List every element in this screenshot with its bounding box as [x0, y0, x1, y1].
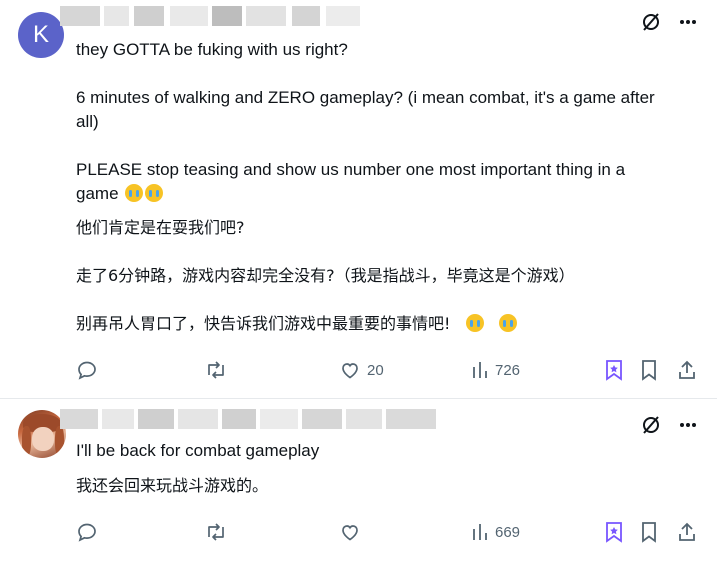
grok-bookmark-icon: [604, 359, 624, 381]
post-text-line: they GOTTA be fuking with us right?: [76, 40, 348, 59]
redacted-username: [60, 409, 440, 429]
avatar[interactable]: K: [18, 12, 64, 58]
crying-face-emoji: [145, 184, 164, 202]
like-count: 20: [367, 361, 384, 379]
bookmark-icon: [640, 521, 658, 543]
reply-button[interactable]: [76, 521, 104, 543]
reply-icon: [76, 521, 98, 543]
share-button[interactable]: [677, 521, 697, 543]
post-text-line: PLEASE stop teasing and show us number o…: [76, 160, 626, 179]
grok-bookmark-button[interactable]: [604, 521, 624, 543]
post-text-line: all): [76, 112, 99, 131]
more-icon[interactable]: [679, 415, 697, 435]
views-button[interactable]: 726: [471, 359, 520, 381]
repost-icon: [204, 359, 228, 381]
action-bar: 20 726: [76, 359, 706, 385]
post-text: 别再吊人胃口了，快告诉我们游戏中最重要的事情吧!: [76, 314, 451, 333]
views-count: 669: [495, 523, 521, 541]
like-button[interactable]: [339, 521, 367, 543]
post-1[interactable]: K they GOTTA be fuking with us right? 6 …: [0, 0, 717, 398]
bookmark-button[interactable]: [640, 359, 658, 381]
share-icon: [677, 359, 697, 381]
grok-bookmark-icon: [604, 521, 624, 543]
post-text: game: [76, 184, 119, 203]
views-button[interactable]: 669: [471, 521, 520, 543]
views-count: 726: [495, 361, 521, 379]
more-icon[interactable]: [679, 12, 697, 32]
post-text-line-with-emoji: game: [76, 182, 164, 206]
repost-button[interactable]: [204, 359, 234, 381]
crying-face-emoji: [465, 314, 484, 332]
like-icon: [339, 359, 361, 381]
post-text-line: 走了6分钟路，游戏内容却完全没有?（我是指战斗，毕竟这是个游戏）: [76, 266, 575, 285]
crying-face-emoji: [498, 314, 517, 332]
grok-bookmark-button[interactable]: [604, 359, 624, 381]
repost-button[interactable]: [204, 521, 234, 543]
post-text-line: 我还会回来玩战斗游戏的。: [76, 476, 269, 495]
share-icon: [677, 521, 697, 543]
views-icon: [471, 521, 489, 543]
grok-icon[interactable]: [641, 415, 661, 435]
avatar[interactable]: [18, 410, 66, 458]
post-text-line-with-emoji: 别再吊人胃口了，快告诉我们游戏中最重要的事情吧!: [76, 312, 517, 336]
post-2[interactable]: I'll be back for combat gameplay 我还会回来玩战…: [0, 399, 717, 570]
post-text-line: I'll be back for combat gameplay: [76, 441, 320, 460]
like-button[interactable]: 20: [339, 359, 384, 381]
views-icon: [471, 359, 489, 381]
repost-icon: [204, 521, 228, 543]
reply-button[interactable]: [76, 359, 104, 381]
post-text-line: 他们肯定是在耍我们吧?: [76, 218, 245, 237]
like-icon: [339, 521, 361, 543]
redacted-username: [60, 6, 360, 26]
crying-face-emoji: [125, 184, 144, 202]
reply-icon: [76, 359, 98, 381]
action-bar: 669: [76, 521, 706, 547]
bookmark-button[interactable]: [640, 521, 658, 543]
share-button[interactable]: [677, 359, 697, 381]
post-text-line: 6 minutes of walking and ZERO gameplay? …: [76, 88, 655, 107]
grok-icon[interactable]: [641, 12, 661, 32]
bookmark-icon: [640, 359, 658, 381]
